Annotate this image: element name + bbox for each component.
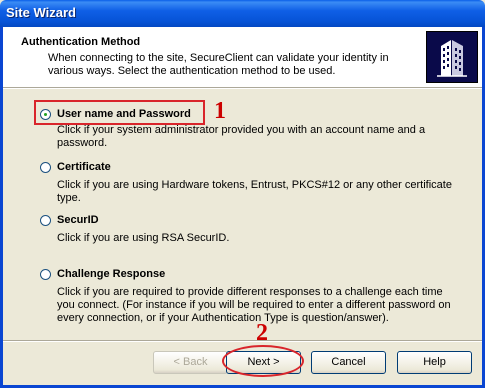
radio-challenge-response[interactable] — [40, 269, 51, 280]
window-title: Site Wizard — [6, 5, 76, 20]
option-label[interactable]: Certificate — [57, 161, 111, 173]
option-label[interactable]: SecurID — [57, 214, 99, 226]
page-description: When connecting to the site, SecureClien… — [48, 52, 389, 77]
option-description: Click if your system administrator provi… — [57, 124, 426, 149]
header-separator — [3, 87, 482, 89]
page-title: Authentication Method — [21, 36, 141, 48]
radio-securid[interactable] — [40, 215, 51, 226]
cancel-button[interactable]: Cancel — [311, 351, 386, 374]
wizard-header: Authentication Method When connecting to… — [3, 27, 482, 87]
help-button[interactable]: Help — [397, 351, 472, 374]
annotation-2: 2 — [256, 320, 268, 346]
footer-separator — [3, 340, 482, 342]
annotation-1: 1 — [214, 98, 226, 124]
building-logo-icon — [426, 31, 478, 83]
option-description: Click if you are using Hardware tokens, … — [57, 179, 452, 204]
highlight-ellipse — [222, 345, 304, 377]
radio-certificate[interactable] — [40, 162, 51, 173]
option-label[interactable]: Challenge Response — [57, 268, 165, 280]
option-description: Click if you are using RSA SecurID. — [57, 232, 230, 244]
back-button[interactable]: < Back — [153, 351, 228, 374]
title-bar[interactable]: Site Wizard — [0, 0, 485, 27]
highlight-box — [34, 100, 205, 125]
